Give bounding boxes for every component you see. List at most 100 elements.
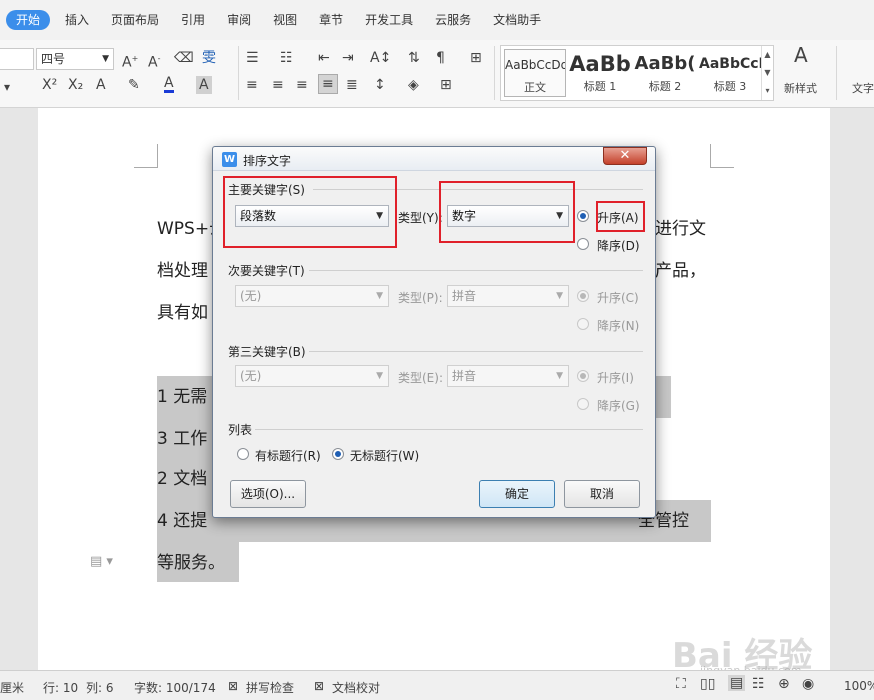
spell-check-button[interactable]: 拼写检查 — [246, 679, 294, 696]
chevron-down-icon: ▼ — [376, 291, 383, 301]
has-header-label[interactable]: 有标题行(R) — [255, 447, 321, 464]
char-shading-icon[interactable]: A — [196, 76, 212, 94]
doc-check-button[interactable]: 文档校对 — [332, 679, 380, 696]
increase-indent-icon[interactable]: ⇥ — [342, 49, 354, 67]
distributed-align-icon[interactable]: ≣ — [346, 76, 358, 94]
status-word-count[interactable]: 字数: 100/174 — [134, 679, 216, 696]
ok-button[interactable]: 确定 — [479, 480, 555, 508]
secondary-ascending-radio[interactable] — [577, 290, 589, 302]
subscript-icon[interactable]: X₂ — [68, 76, 83, 94]
tab-view[interactable]: 视图 — [262, 0, 308, 40]
chevron-down-icon: ▼ — [556, 291, 563, 301]
font-name-box[interactable] — [0, 48, 34, 70]
style-sample: AaBb( — [634, 53, 696, 74]
tertiary-ascending-label[interactable]: 升序(I) — [597, 369, 634, 386]
tertiary-type-select[interactable]: 拼音 ▼ — [447, 365, 569, 387]
dialog-title-bar[interactable]: W 排序文字 ✕ — [213, 147, 655, 171]
table-borders-icon[interactable]: ⊞ — [470, 49, 482, 67]
phonetic-guide-icon[interactable]: 雯 — [202, 49, 216, 67]
annotation-box — [439, 181, 575, 243]
secondary-descending-label[interactable]: 降序(N) — [597, 317, 639, 334]
superscript-icon[interactable]: X² — [42, 76, 57, 94]
style-heading-1[interactable]: AaBb 标题 1 — [569, 49, 631, 97]
align-center-icon[interactable]: ≡ — [272, 76, 284, 94]
primary-descending-label[interactable]: 降序(D) — [597, 237, 640, 254]
primary-descending-radio[interactable] — [577, 238, 589, 250]
doc-line: 档处理 — [157, 261, 208, 281]
tertiary-descending-radio[interactable] — [577, 398, 589, 410]
group-divider — [309, 351, 643, 352]
secondary-descending-radio[interactable] — [577, 318, 589, 330]
style-heading-3[interactable]: AaBbCcI 标题 3 — [699, 49, 761, 97]
tab-doc-assistant[interactable]: 文档助手 — [482, 0, 552, 40]
status-unit: 厘米 — [0, 681, 25, 695]
chevron-down-icon: ▼ — [376, 371, 383, 381]
eye-protection-icon[interactable]: ◉ — [802, 676, 814, 692]
status-bar: 厘米 行: 10 列: 6 字数: 100/174 ⊠ 拼写检查 ⊠ 文档校对 … — [0, 670, 874, 700]
outline-view-icon[interactable]: ☷ — [752, 676, 765, 692]
page-view-icon[interactable]: ▤ — [728, 675, 746, 691]
tab-references[interactable]: 引用 — [170, 0, 216, 40]
tertiary-key-select[interactable]: (无) ▼ — [235, 365, 389, 387]
secondary-type-select[interactable]: 拼音 ▼ — [447, 285, 569, 307]
font-size-select[interactable]: 四号 ▼ — [36, 48, 114, 70]
chevron-down-icon[interactable]: ▾ — [4, 78, 10, 96]
tertiary-ascending-radio[interactable] — [577, 370, 589, 382]
group-divider — [255, 429, 643, 430]
crop-mark — [710, 144, 734, 168]
doc-line: 1 无需 — [157, 387, 208, 407]
bullet-list-icon[interactable]: ☰ — [246, 49, 259, 67]
grow-font-icon[interactable]: A+ — [122, 50, 138, 72]
fullscreen-icon[interactable]: ⛶ — [676, 676, 686, 692]
style-normal[interactable]: AaBbCcDd 正文 — [504, 49, 566, 97]
read-mode-icon[interactable]: ▯▯ — [700, 676, 715, 692]
primary-type-label: 类型(Y): — [398, 211, 443, 225]
close-button[interactable]: ✕ — [603, 147, 647, 165]
text-tools-button[interactable]: 文字 — [852, 80, 874, 96]
no-header-radio[interactable] — [332, 448, 344, 460]
tab-cloud[interactable]: 云服务 — [424, 0, 482, 40]
cancel-button[interactable]: 取消 — [564, 480, 640, 508]
align-left-icon[interactable]: ≡ — [246, 76, 258, 94]
tab-page-layout[interactable]: 页面布局 — [100, 0, 170, 40]
text-effect-icon[interactable]: A — [96, 76, 106, 94]
shrink-font-icon[interactable]: A- — [148, 50, 160, 72]
decrease-indent-icon[interactable]: ⇤ — [318, 49, 330, 67]
sort-icon[interactable]: ⇅ — [408, 49, 420, 67]
spell-check-icon: ⊠ — [228, 679, 239, 693]
new-style-button[interactable]: 新样式 — [784, 80, 817, 96]
tab-review[interactable]: 审阅 — [216, 0, 262, 40]
highlight-icon[interactable]: ✎ — [128, 76, 140, 94]
zoom-level[interactable]: 100% — [844, 679, 874, 693]
show-hide-marks-icon[interactable]: ¶ — [436, 49, 445, 67]
no-header-label[interactable]: 无标题行(W) — [350, 447, 419, 464]
tab-insert[interactable]: 插入 — [54, 0, 100, 40]
align-right-icon[interactable]: ≡ — [296, 76, 308, 94]
has-header-radio[interactable] — [237, 448, 249, 460]
secondary-key-group-label: 次要关键字(T) — [228, 264, 305, 278]
numbered-list-icon[interactable]: ☷ — [280, 49, 293, 67]
clear-format-icon[interactable]: ⌫ — [174, 49, 194, 67]
tab-developer[interactable]: 开发工具 — [354, 0, 424, 40]
wps-logo-icon: W — [222, 152, 237, 167]
primary-ascending-radio[interactable] — [577, 210, 589, 222]
sort-text-dialog: W 排序文字 ✕ 主要关键字(S) 段落数 ▼ 类型(Y): 数字 ▼ 升序(A) … — [212, 146, 656, 518]
text-direction-icon[interactable]: A↕ — [370, 49, 391, 67]
secondary-ascending-label[interactable]: 升序(C) — [597, 289, 639, 306]
tertiary-descending-label[interactable]: 降序(G) — [597, 397, 640, 414]
line-spacing-icon[interactable]: ↕ — [374, 76, 386, 94]
secondary-key-select[interactable]: (无) ▼ — [235, 285, 389, 307]
justify-icon[interactable]: ≡ — [318, 74, 338, 94]
tab-sections[interactable]: 章节 — [308, 0, 354, 40]
style-heading-2[interactable]: AaBb( 标题 2 — [633, 49, 697, 97]
new-style-icon[interactable]: A — [794, 45, 808, 65]
web-view-icon[interactable]: ⊕ — [778, 676, 790, 692]
options-button[interactable]: 选项(O)... — [230, 480, 306, 508]
paragraph-menu-icon[interactable]: ▤ ▾ — [90, 554, 113, 569]
border-icon[interactable]: ⊞ — [440, 76, 452, 94]
font-color-icon[interactable]: A — [164, 76, 174, 93]
paragraph-shading-icon[interactable]: ◈ — [408, 76, 419, 94]
style-gallery-scroll[interactable]: ▲ ▼ ▾ — [761, 46, 773, 100]
menu-bar: 开始 插入 页面布局 引用 审阅 视图 章节 开发工具 云服务 文档助手 — [0, 0, 874, 40]
tab-start[interactable]: 开始 — [6, 10, 51, 30]
